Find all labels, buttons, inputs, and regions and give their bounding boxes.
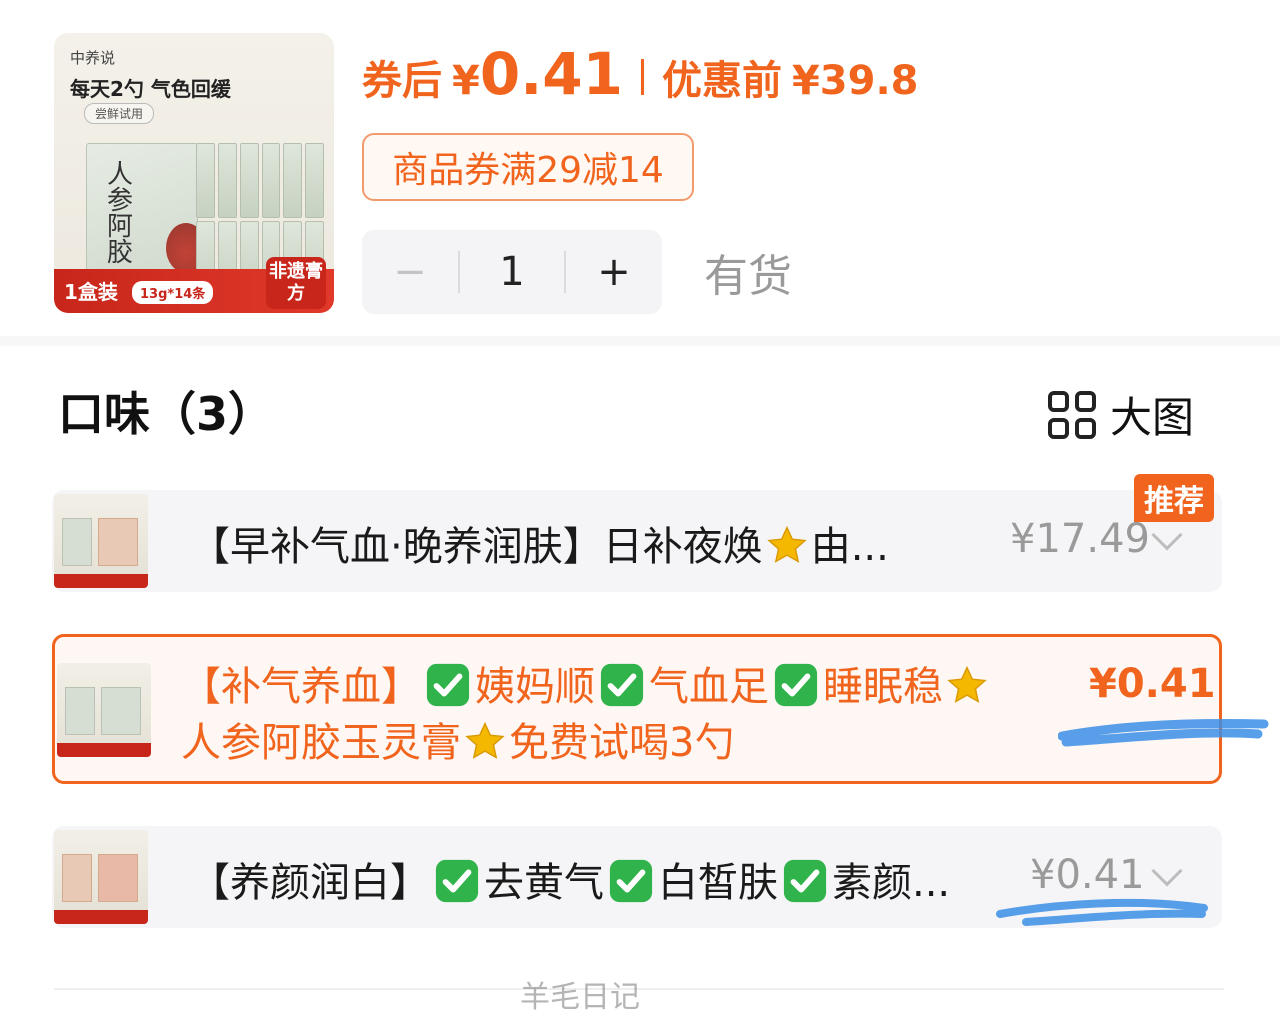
stock-status: 有货 bbox=[704, 251, 792, 302]
star-icon bbox=[947, 665, 987, 703]
price-divider bbox=[640, 59, 644, 95]
product-image[interactable]: 中养说 每天2勺 气色回缓 尝鲜试用 人参阿胶 1盒装 13g*14条 非遗膏方 bbox=[54, 33, 334, 313]
before-discount-label: 优惠前 bbox=[661, 58, 782, 104]
flavor-option-price: ¥0.41 bbox=[1030, 852, 1145, 898]
coupon-tag[interactable]: 商品券满29减14 bbox=[362, 133, 694, 201]
recommend-badge: 推荐 bbox=[1134, 474, 1214, 522]
check-icon bbox=[783, 859, 827, 903]
flavor-option-thumbnail bbox=[57, 663, 151, 757]
product-box-text: 人参阿胶 bbox=[107, 160, 134, 268]
after-coupon-price: 0.41 bbox=[479, 40, 623, 108]
flavor-option-2-selected[interactable]: 【补气养血】 姨妈顺 气血足 睡眠稳 人参阿胶玉灵膏 免费试喝3勺 ¥0.41 bbox=[52, 634, 1222, 784]
product-spec-label: 13g*14条 bbox=[132, 281, 214, 304]
flavor-option-price: ¥0.41 bbox=[1089, 661, 1216, 707]
check-icon bbox=[435, 859, 479, 903]
product-trial-label: 尝鲜试用 bbox=[84, 103, 155, 124]
flavor-section-title: 口味（3） bbox=[58, 387, 275, 441]
check-icon bbox=[774, 663, 818, 707]
flavor-option-1[interactable]: 【早补气血·晚养润肤】日补夜焕 由... ¥17.49 bbox=[52, 490, 1222, 592]
flavor-option-title: 【补气养血】 姨妈顺 气血足 睡眠稳 人参阿胶玉灵膏 免费试喝3勺 bbox=[181, 659, 1081, 771]
quantity-stepper: − 1 + bbox=[362, 230, 662, 314]
check-icon bbox=[600, 663, 644, 707]
flavor-option-title: 【早补气血·晚养润肤】日补夜焕 由... bbox=[190, 524, 889, 570]
chevron-down-icon[interactable] bbox=[1151, 519, 1183, 551]
product-tagline: 每天2勺 气色回缓 bbox=[70, 77, 231, 101]
flavor-option-thumbnail bbox=[54, 494, 148, 588]
flavor-option-3[interactable]: 【养颜润白】 去黄气 白皙肤 素颜... ¥0.41 bbox=[52, 826, 1222, 928]
product-pack-label: 1盒装 bbox=[64, 280, 118, 304]
flavor-option-title: 【养颜润白】 去黄气 白皙肤 素颜... bbox=[190, 859, 951, 906]
star-icon bbox=[465, 721, 505, 759]
quantity-value[interactable]: 1 bbox=[460, 249, 564, 295]
before-discount-currency: ¥ bbox=[791, 58, 820, 104]
after-coupon-currency: ¥ bbox=[452, 58, 480, 104]
before-discount-price: 39.8 bbox=[819, 58, 919, 104]
product-heritage-badge: 非遗膏方 bbox=[266, 257, 326, 309]
after-coupon-label: 券后 bbox=[362, 58, 442, 104]
big-picture-toggle[interactable]: 大图 bbox=[1048, 384, 1194, 445]
flavor-option-title-text: 【早补气血·晚养润肤】日补夜焕 bbox=[190, 524, 763, 570]
chevron-down-icon[interactable] bbox=[1151, 855, 1183, 887]
increase-quantity-button[interactable]: + bbox=[566, 230, 662, 314]
check-icon bbox=[609, 859, 653, 903]
big-picture-label: 大图 bbox=[1110, 393, 1195, 442]
flavor-option-price: ¥17.49 bbox=[1010, 516, 1150, 562]
price-line: 券后 ¥ 0.41 优惠前 ¥ 39.8 bbox=[362, 40, 919, 114]
star-icon bbox=[767, 525, 807, 563]
watermark: 羊毛日记 bbox=[520, 980, 640, 1015]
section-divider bbox=[0, 336, 1280, 346]
grid-icon bbox=[1048, 390, 1096, 439]
flavor-option-thumbnail bbox=[54, 830, 148, 924]
decrease-quantity-button[interactable]: − bbox=[362, 230, 458, 314]
check-icon bbox=[426, 663, 470, 707]
product-brand: 中养说 bbox=[70, 49, 116, 67]
